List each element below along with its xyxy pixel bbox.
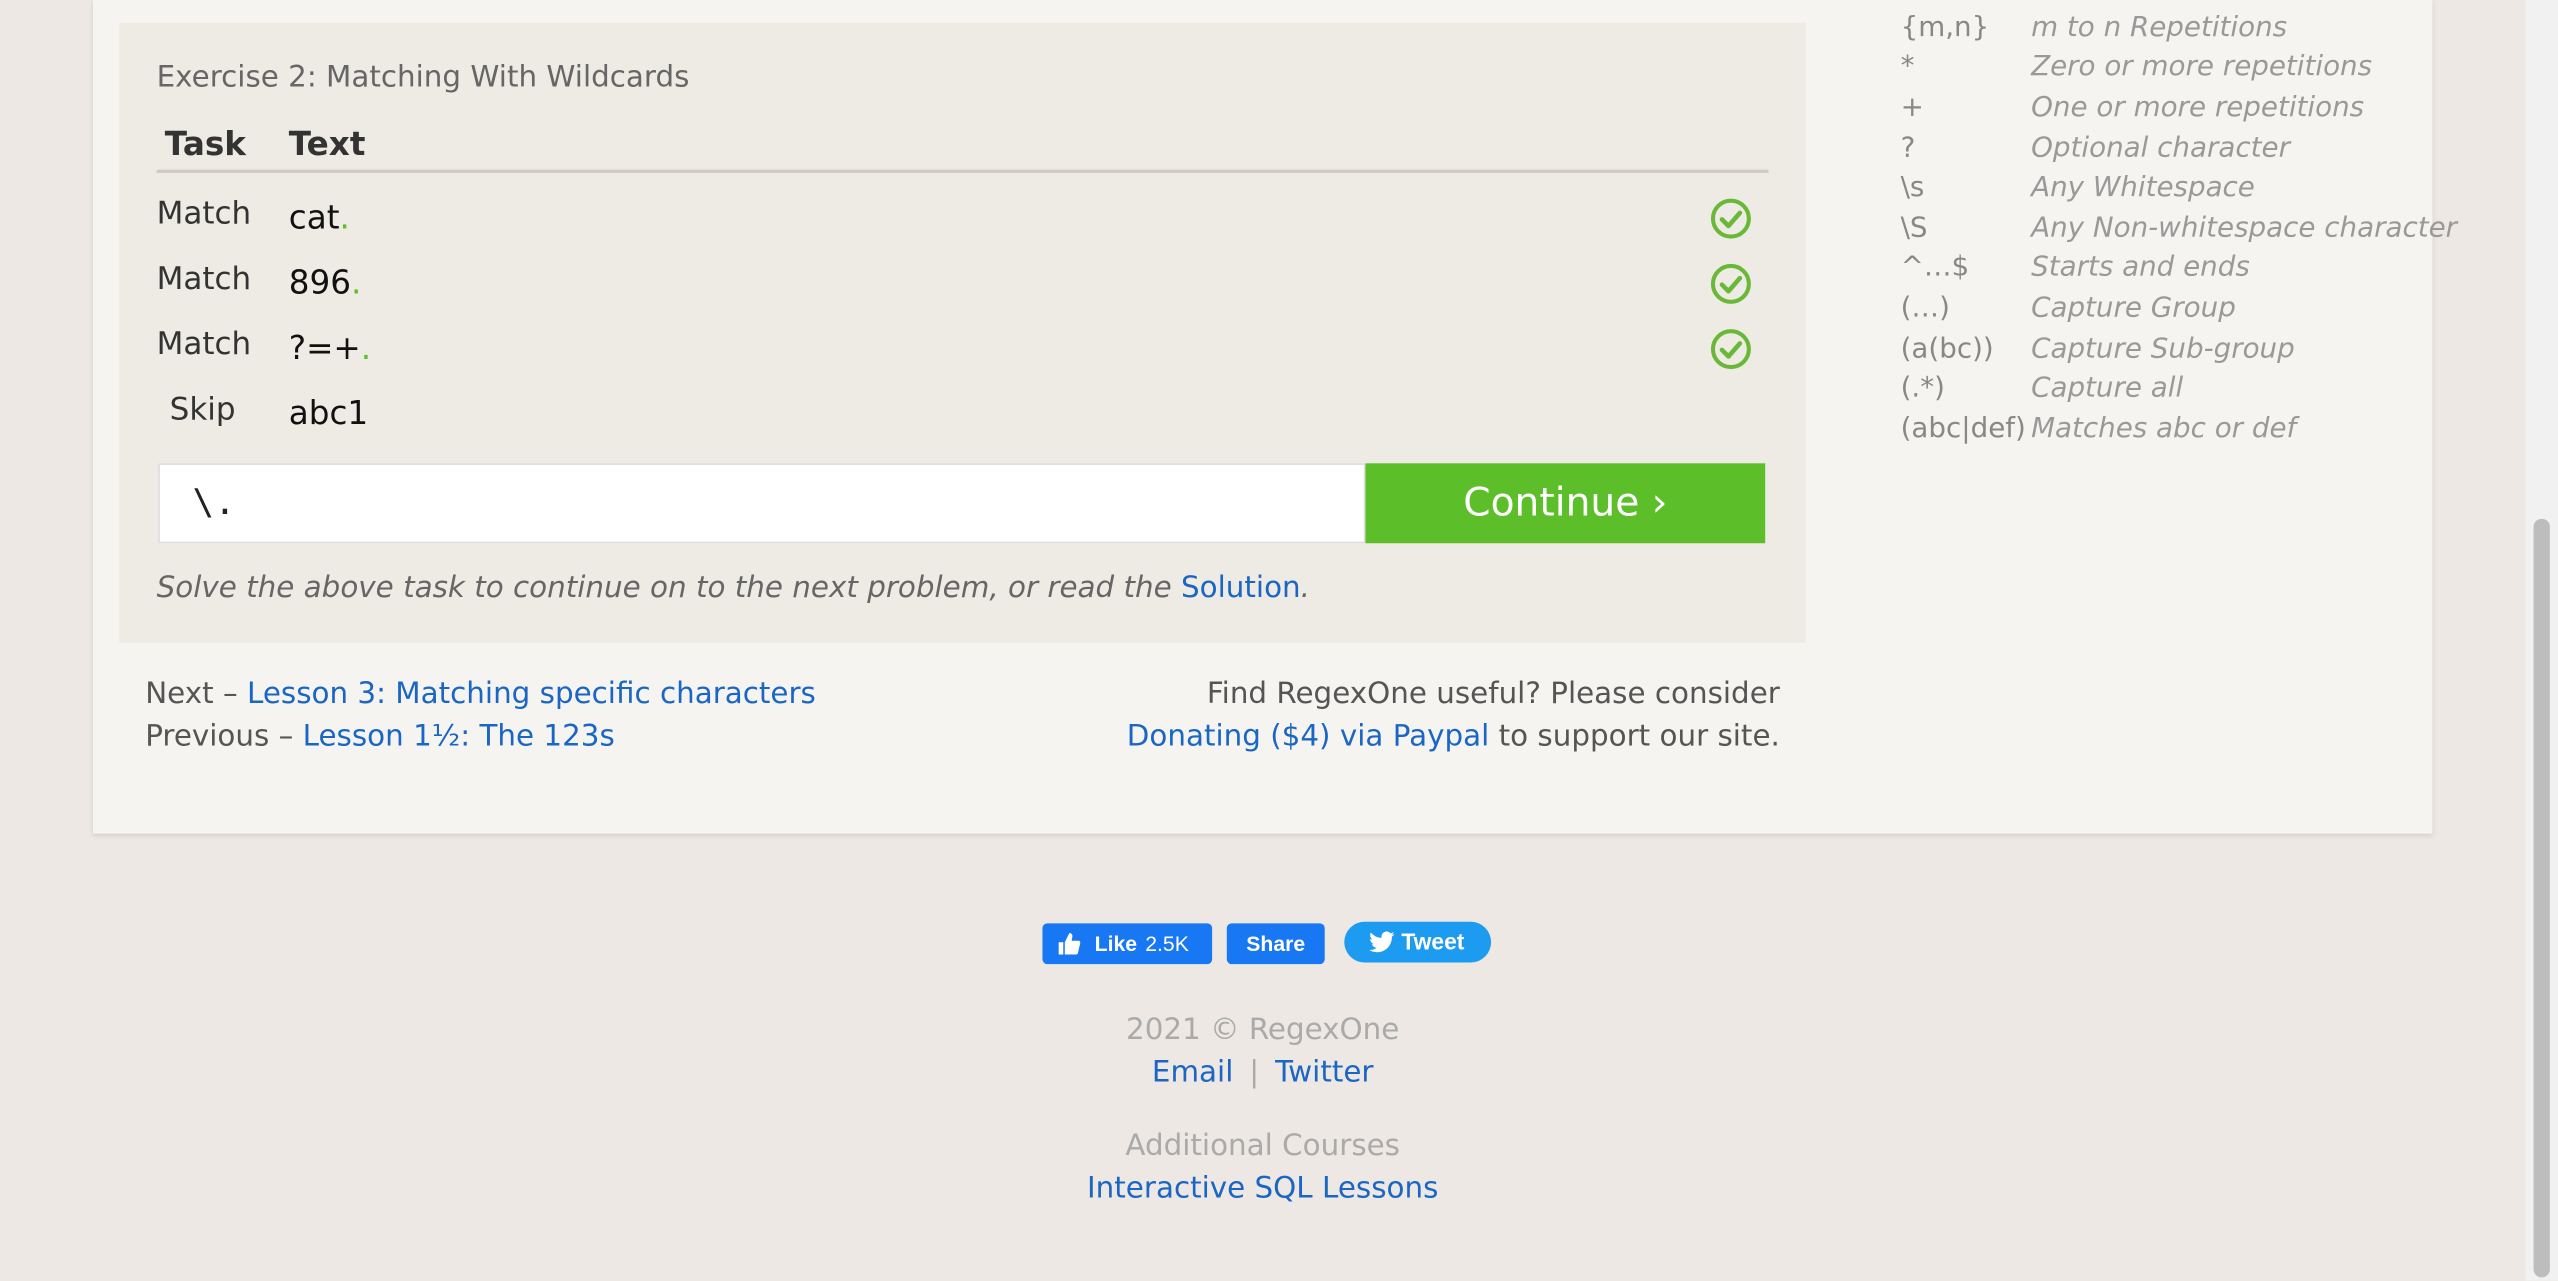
cheatsheet-description: m to n Repetitions xyxy=(2031,11,2288,45)
twitter-bird-icon xyxy=(1369,931,1395,953)
match-highlight: . xyxy=(351,262,362,302)
donate-link[interactable]: Donating ($4) via Paypal xyxy=(1127,719,1489,753)
cheatsheet-description: Any Whitespace xyxy=(2031,171,2255,204)
page: Exercise 2: Matching With Wildcards Task… xyxy=(0,0,2558,1281)
cheatsheet-symbol: (.*) xyxy=(1900,371,1945,405)
cheatsheet-description: Capture Sub-group xyxy=(2031,332,2295,366)
scrollbar-thumb[interactable] xyxy=(2533,518,2550,1278)
previous-lesson-link[interactable]: Lesson 1½: The 123s xyxy=(303,719,615,753)
email-link[interactable]: Email xyxy=(1152,1056,1233,1090)
check-icon xyxy=(1710,198,1751,239)
hint-suffix: . xyxy=(1300,570,1311,606)
cheatsheet-row: ? Optional character xyxy=(1901,132,2488,171)
tweet-label: Tweet xyxy=(1401,928,1465,955)
previous-lesson: Previous – Lesson 1½: The 123s xyxy=(145,719,615,753)
donate-suffix: to support our site. xyxy=(1489,719,1780,754)
cheatsheet-row: + One or more repetitions xyxy=(1901,91,2488,130)
footer-links: Email | Twitter xyxy=(0,1056,2525,1090)
like-count: 2.5K xyxy=(1145,931,1189,957)
task-label: Skip xyxy=(169,391,236,428)
hint-prefix: Solve the above task to continue on to t… xyxy=(156,570,1182,606)
task-text-value: ?=+ xyxy=(288,327,361,368)
footer-separator: | xyxy=(1249,1055,1260,1090)
facebook-like-button[interactable]: Like 2.5K xyxy=(1042,923,1213,965)
task-label: Match xyxy=(156,195,252,232)
task-text: cat. xyxy=(289,197,350,236)
cheatsheet-symbol: * xyxy=(1900,50,1915,84)
sql-lessons-row: Interactive SQL Lessons xyxy=(0,1171,2525,1205)
cheatsheet-row: \s Any Whitespace xyxy=(1901,171,2488,210)
match-highlight: . xyxy=(360,327,372,368)
cheatsheet-row: \S Any Non-whitespace character xyxy=(1901,212,2488,251)
cheatsheet-symbol: \s xyxy=(1900,171,1925,204)
task-label: Match xyxy=(156,261,252,297)
cheatsheet-row: {m,n} m to n Repetitions xyxy=(1901,11,2488,50)
cheatsheet-description: Starts and ends xyxy=(2031,251,2250,284)
cheatsheet-symbol: (…) xyxy=(1900,292,1950,325)
header-divider xyxy=(156,169,1769,173)
cheatsheet-symbol: {m} xyxy=(1901,0,1963,3)
cheatsheet-row: (abc|def) Matches abc or def xyxy=(1901,413,2488,452)
next-prefix: Next – xyxy=(145,677,247,712)
task-label: Match xyxy=(156,326,252,363)
cheatsheet-symbol: ^…$ xyxy=(1900,251,1970,284)
task-text-value: cat xyxy=(288,197,340,237)
cheatsheet-description: Optional character xyxy=(2031,132,2290,165)
continue-button[interactable]: Continue › xyxy=(1365,463,1766,544)
additional-courses-heading: Additional Courses xyxy=(1125,1128,1400,1164)
facebook-share-button[interactable]: Share xyxy=(1226,923,1325,965)
next-lesson-link[interactable]: Lesson 3: Matching specific characters xyxy=(247,677,816,711)
task-text: ?=+. xyxy=(289,328,371,367)
thumbs-up-icon xyxy=(1058,933,1081,955)
regex-input[interactable] xyxy=(158,463,1366,544)
copyright: 2021 © RegexOne xyxy=(1126,1013,1400,1048)
cheatsheet-row-partial: {m} xyxy=(1901,0,2488,10)
check-icon xyxy=(1710,329,1751,370)
donate-prompt: Find RegexOne useful? Please consider xyxy=(1206,677,1780,712)
cheatsheet-description: Any Non-whitespace character xyxy=(2031,212,2458,245)
task-text-value: 896 xyxy=(288,262,352,302)
next-lesson: Next – Lesson 3: Matching specific chara… xyxy=(145,677,816,711)
cheatsheet-symbol: (a(bc)) xyxy=(1900,332,1994,366)
cheatsheet-description: Zero or more repetitions xyxy=(2031,50,2373,84)
cheatsheet-description: Capture Group xyxy=(2031,292,2236,325)
column-header-task: Task xyxy=(164,123,246,164)
hint-text: Solve the above task to continue on to t… xyxy=(157,571,1310,605)
check-icon xyxy=(1710,263,1751,304)
cheatsheet-description: One or more repetitions xyxy=(2031,91,2365,124)
sql-lessons-link[interactable]: Interactive SQL Lessons xyxy=(1087,1171,1438,1205)
cheatsheet-description: Capture all xyxy=(2031,371,2184,405)
column-header-text: Text xyxy=(288,123,366,164)
cheatsheet-symbol: (abc|def) xyxy=(1900,412,2026,446)
cheatsheet-symbol: \S xyxy=(1900,212,1928,245)
cheatsheet-symbol: ? xyxy=(1900,132,1916,165)
cheatsheet-row: (…) Capture Group xyxy=(1901,292,2488,331)
cheatsheet-symbol: {m,n} xyxy=(1900,11,1990,45)
twitter-link[interactable]: Twitter xyxy=(1275,1056,1373,1090)
cheatsheet-row: ^…$ Starts and ends xyxy=(1901,251,2488,290)
prev-prefix: Previous – xyxy=(145,719,303,754)
exercise-title: Exercise 2: Matching With Wildcards xyxy=(156,60,690,95)
cheatsheet-description: Matches abc or def xyxy=(2031,412,2297,446)
solution-link[interactable]: Solution xyxy=(1181,571,1301,605)
like-label: Like xyxy=(1094,931,1138,957)
cheatsheet-row: (.*) Capture all xyxy=(1901,372,2488,411)
task-text: abc1 xyxy=(288,393,369,433)
donate-line: Donating ($4) via Paypal to support our … xyxy=(1127,719,1780,753)
match-highlight: . xyxy=(339,197,350,237)
tweet-button[interactable]: Tweet xyxy=(1344,921,1492,963)
exercise-panel xyxy=(119,22,1806,643)
cheatsheet-row: (a(bc)) Capture Sub-group xyxy=(1901,333,2488,372)
cheatsheet-row: * Zero or more repetitions xyxy=(1901,51,2488,90)
task-text: 896. xyxy=(289,263,362,302)
cheatsheet-symbol: + xyxy=(1900,91,1924,124)
